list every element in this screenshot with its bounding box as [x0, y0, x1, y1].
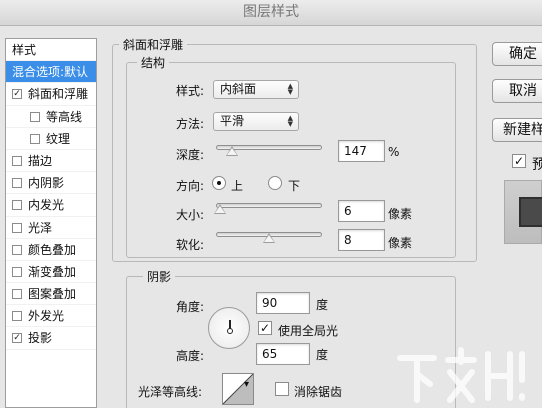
style-list-item[interactable]: 外发光 [6, 305, 96, 328]
check-icon: ✓ [513, 154, 525, 168]
soften-input[interactable]: 8 [338, 229, 385, 251]
size-unit: 像素 [388, 207, 413, 221]
style-checkbox[interactable] [12, 222, 22, 233]
ok-button[interactable]: 确定 [492, 42, 542, 66]
direction-down-label: 下 [288, 179, 301, 193]
preview-checkbox[interactable]: ✓ [512, 154, 526, 168]
style-list-item[interactable]: ✓ 斜面和浮雕 [6, 83, 96, 106]
technique-label: 方法: [176, 117, 205, 131]
style-list-item-label: 渐变叠加 [28, 264, 77, 279]
style-list-item-label: 外发光 [28, 309, 65, 324]
style-list-item-label: 图案叠加 [28, 287, 77, 302]
depth-slider-thumb[interactable] [225, 146, 238, 156]
updown-arrows-icon: ▲ ▼ [287, 114, 293, 128]
style-list-item-label: 投影 [28, 331, 53, 346]
style-select[interactable]: 内斜面 ▲ ▼ [213, 80, 299, 99]
antialias-checkbox[interactable] [275, 382, 289, 396]
soften-label: 软化: [176, 238, 205, 252]
bevel-emboss-title: 斜面和浮雕 [119, 36, 188, 53]
angle-label: 角度: [176, 300, 205, 314]
style-list-item[interactable]: 内阴影 [6, 172, 96, 195]
contour-curve-icon[interactable] [222, 373, 254, 405]
style-list-item-label: 光泽 [28, 220, 53, 235]
style-list-item-label: 颜色叠加 [28, 242, 77, 257]
style-checkbox[interactable] [12, 178, 22, 189]
style-checkbox[interactable] [30, 111, 40, 122]
style-label: 样式: [176, 84, 205, 98]
style-checkbox[interactable] [12, 244, 22, 255]
style-checkbox[interactable] [12, 266, 22, 277]
altitude-unit: 度 [316, 348, 329, 362]
global-light-label: 使用全局光 [278, 324, 339, 338]
size-slider-thumb[interactable] [214, 204, 227, 214]
preview-label: 预览 [532, 157, 542, 173]
style-list-item[interactable]: 描边 [6, 150, 96, 173]
style-list-item[interactable]: 颜色叠加 [6, 239, 96, 261]
check-icon: ✓ [13, 333, 21, 344]
style-list-item-label: 纹理 [46, 131, 71, 146]
style-preview-swatch [504, 180, 542, 244]
style-checkbox[interactable]: ✓ [12, 333, 22, 344]
style-list-item[interactable]: 纹理 [6, 128, 96, 150]
depth-label: 深度: [176, 148, 205, 162]
depth-input[interactable]: 147 [338, 140, 385, 162]
angle-dial-icon[interactable] [208, 307, 250, 349]
direction-up-radio[interactable] [212, 176, 226, 190]
updown-arrows-icon: ▲ ▼ [287, 82, 293, 96]
new-style-button[interactable]: 新建样式... [492, 118, 542, 142]
style-checkbox[interactable] [12, 155, 22, 166]
style-list-item[interactable]: 内发光 [6, 194, 96, 217]
global-light-checkbox[interactable]: ✓ [258, 321, 272, 335]
soften-unit: 像素 [388, 236, 413, 250]
dialog-title-bar: 图层样式 [0, 0, 542, 26]
cancel-button[interactable]: 取消 [492, 79, 542, 103]
size-label: 大小: [176, 208, 205, 222]
contour-dropdown-arrow-icon[interactable]: ▾ [244, 379, 249, 390]
style-checkbox[interactable] [30, 133, 40, 144]
angle-input[interactable]: 90 [256, 292, 310, 314]
style-list: 样式 混合选项:默认 ✓ 斜面和浮雕等高线纹理描边内阴影内发光光泽颜色叠加渐变叠加图… [5, 38, 97, 408]
style-list-item-label: 混合选项:默认 [12, 65, 89, 80]
structure-title: 结构 [137, 54, 170, 71]
gloss-contour-label: 光泽等高线: [138, 385, 203, 399]
altitude-input[interactable]: 65 [256, 343, 310, 365]
style-list-item-label: 内发光 [28, 198, 65, 213]
style-list-item-label: 斜面和浮雕 [28, 87, 89, 102]
technique-select[interactable]: 平滑 ▲ ▼ [213, 112, 299, 131]
altitude-label: 高度: [176, 349, 205, 363]
antialias-label: 消除锯齿 [294, 385, 343, 399]
style-list-item-label: 内阴影 [28, 176, 65, 191]
size-input[interactable]: 6 [338, 200, 385, 222]
style-list-item[interactable]: 图案叠加 [6, 283, 96, 306]
style-checkbox[interactable] [12, 289, 22, 300]
style-list-item[interactable]: ✓ 投影 [6, 327, 96, 350]
style-checkbox[interactable] [12, 311, 22, 322]
style-list-item[interactable]: 渐变叠加 [6, 261, 96, 284]
angle-unit: 度 [316, 298, 329, 312]
style-list-item-label: 描边 [28, 153, 53, 168]
style-list-item[interactable]: 光泽 [6, 217, 96, 239]
check-icon: ✓ [259, 321, 271, 335]
style-list-item-label: 等高线 [46, 109, 83, 124]
direction-down-radio[interactable] [268, 176, 282, 190]
technique-select-value: 平滑 [220, 114, 245, 128]
style-checkbox[interactable] [12, 200, 22, 211]
style-list-item[interactable]: 等高线 [6, 106, 96, 128]
direction-up-label: 上 [231, 179, 244, 193]
style-list-item[interactable]: 混合选项:默认 [6, 61, 96, 84]
style-select-value: 内斜面 [220, 82, 257, 96]
direction-label: 方向: [176, 179, 205, 193]
depth-unit: % [388, 145, 400, 159]
shading-title: 阴影 [143, 268, 176, 285]
size-slider[interactable] [216, 203, 322, 208]
soften-slider-thumb[interactable] [263, 233, 275, 243]
xiazaiba-logo [390, 340, 540, 408]
check-icon: ✓ [13, 89, 21, 100]
dialog-title: 图层样式 [243, 4, 299, 20]
style-list-header: 样式 [6, 39, 96, 62]
style-checkbox[interactable]: ✓ [12, 89, 22, 100]
